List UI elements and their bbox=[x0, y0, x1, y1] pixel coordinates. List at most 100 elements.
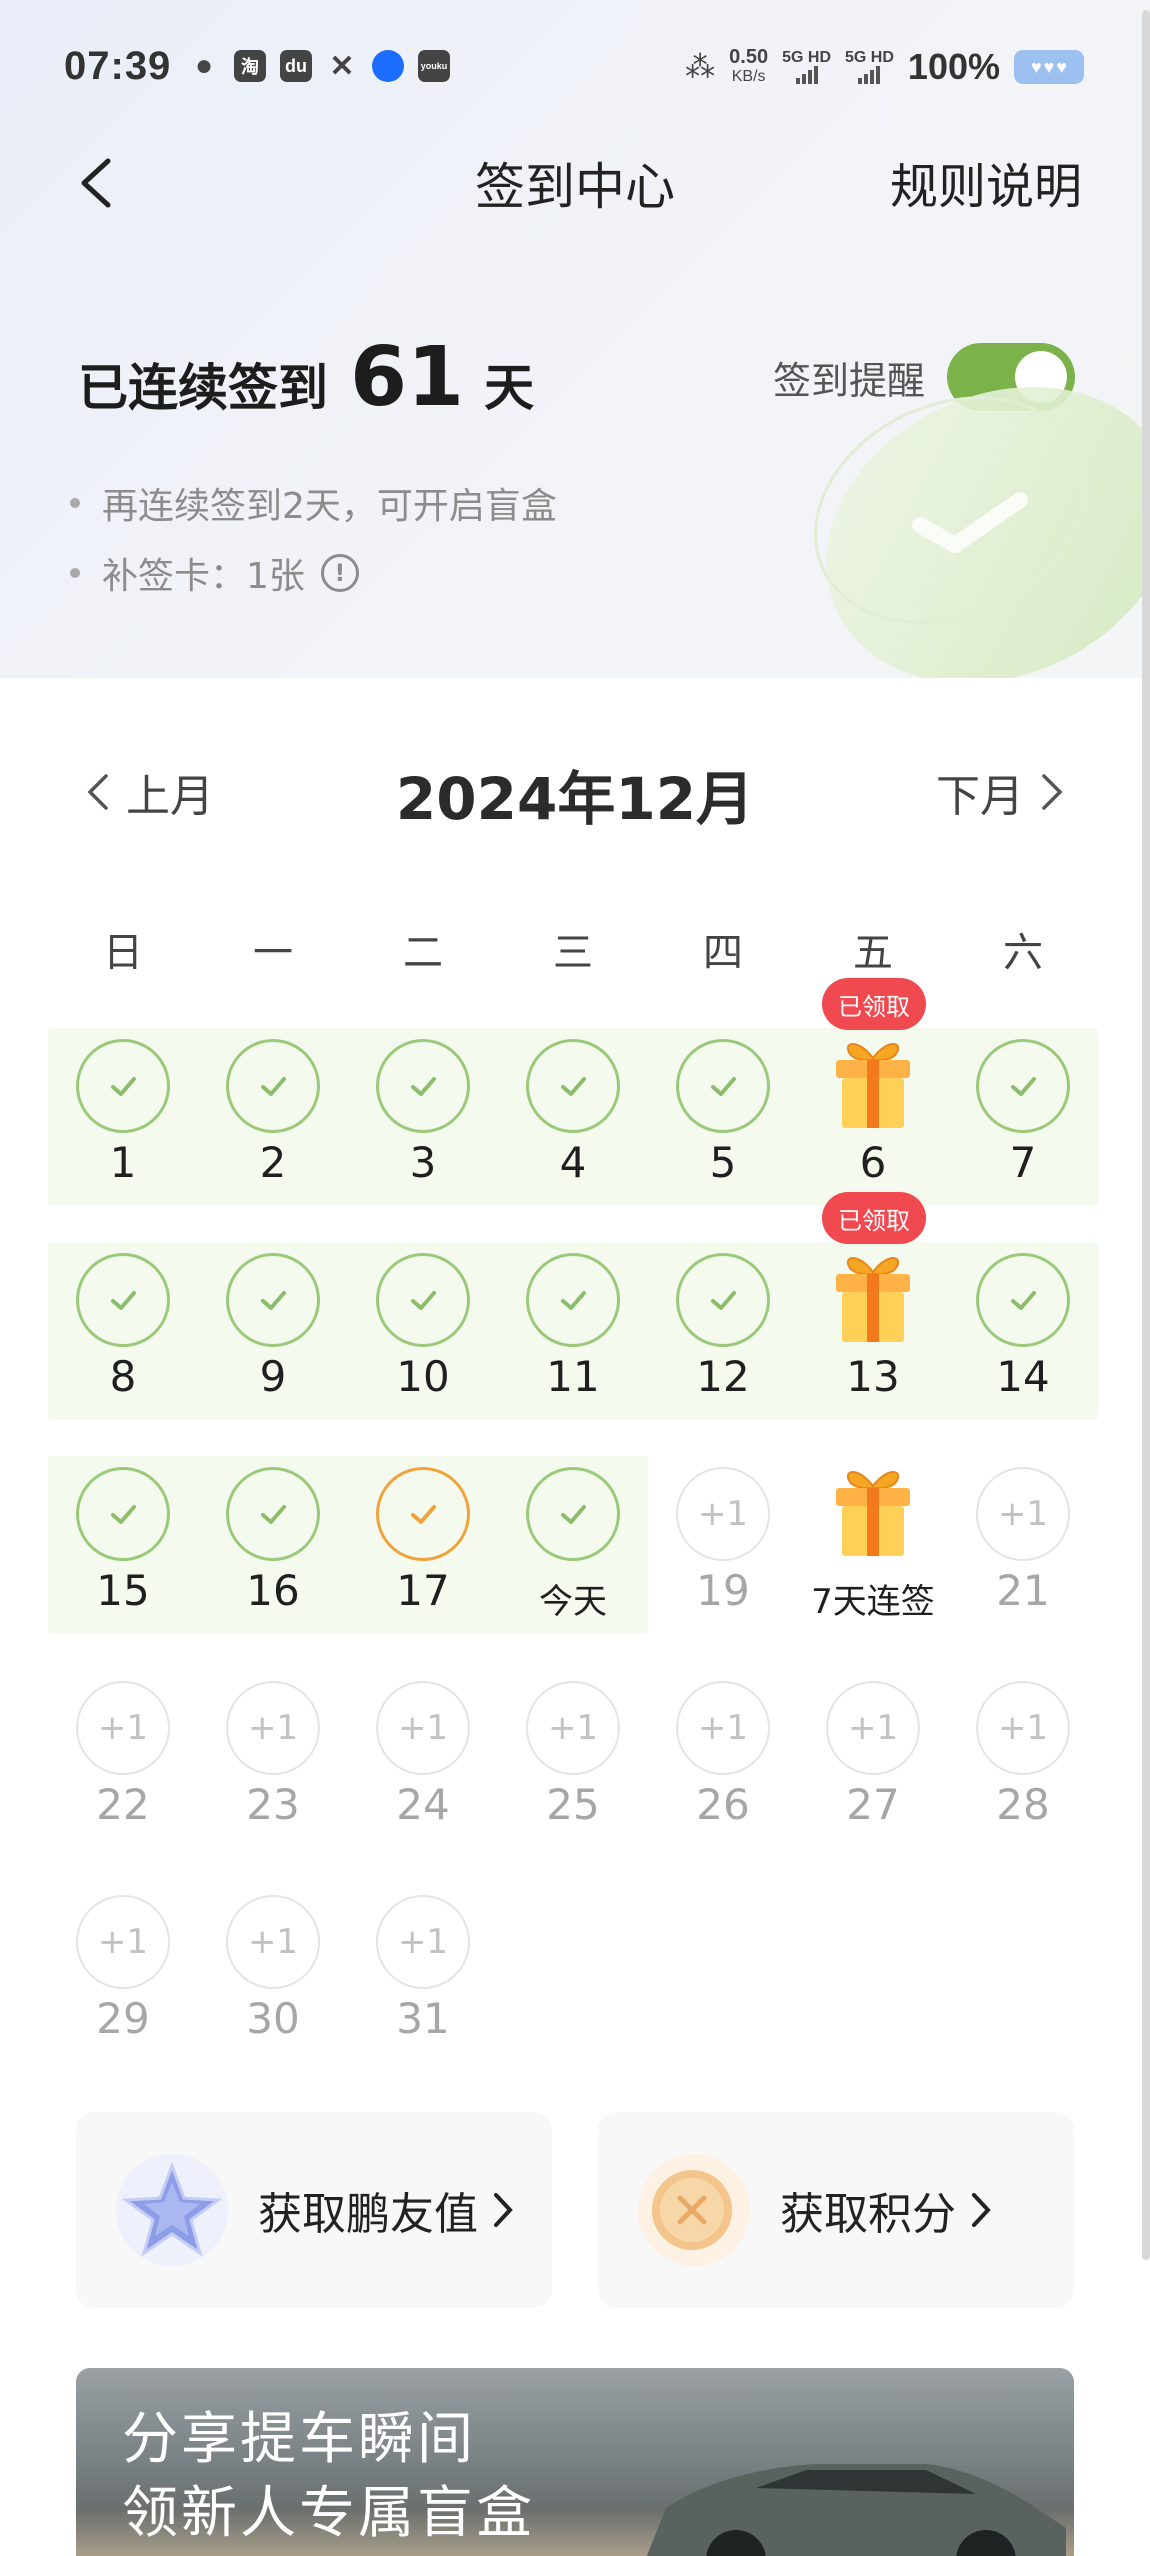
chevron-right-icon bbox=[972, 2193, 991, 2227]
youku-icon: youku bbox=[418, 50, 450, 82]
net-speed-value: 0.50 bbox=[729, 46, 769, 68]
plus-one-badge: +1 bbox=[376, 1681, 470, 1775]
prev-month-button[interactable]: 上月 bbox=[86, 760, 214, 824]
day-26[interactable]: +1 26 bbox=[648, 1672, 798, 1886]
day-1[interactable]: 1 bbox=[48, 1030, 198, 1244]
day-2[interactable]: 2 bbox=[198, 1030, 348, 1244]
info-icon[interactable]: ! bbox=[320, 554, 359, 592]
day-9[interactable]: 9 bbox=[198, 1244, 348, 1458]
day-4[interactable]: 4 bbox=[498, 1030, 648, 1244]
gift-label: 7天连签 bbox=[811, 1582, 935, 1622]
day-29[interactable]: +1 29 bbox=[48, 1886, 198, 2100]
blindbox-hint: 再连续签到2天，可开启盲盒 bbox=[70, 468, 557, 538]
next-month-button[interactable]: 下月 bbox=[936, 760, 1064, 824]
day-21[interactable]: +1 21 bbox=[948, 1458, 1098, 1672]
wechat-icon: ● bbox=[194, 49, 214, 82]
signal-bars-icon bbox=[795, 66, 818, 84]
get-points-button[interactable]: 获取积分 bbox=[598, 2112, 1074, 2308]
day-15[interactable]: 15 bbox=[48, 1458, 198, 1672]
notification-icons: ● 淘 du ✕ youku bbox=[188, 49, 450, 83]
rules-link[interactable]: 规则说明 bbox=[890, 147, 1082, 217]
day-23[interactable]: +1 23 bbox=[198, 1672, 348, 1886]
day-25[interactable]: +1 25 bbox=[498, 1672, 648, 1886]
day-28[interactable]: +1 28 bbox=[948, 1672, 1098, 1886]
day-20[interactable]: 7天连签 bbox=[798, 1458, 948, 1672]
day-27[interactable]: +1 27 bbox=[798, 1672, 948, 1886]
day-number: 9 bbox=[259, 1352, 287, 1401]
month-navigator: 上月 2024年12月 下月 bbox=[0, 750, 1150, 840]
day-11[interactable]: 11 bbox=[498, 1244, 648, 1458]
weekday-wed: 三 bbox=[553, 930, 593, 976]
day-12[interactable]: 12 bbox=[648, 1244, 798, 1458]
streak-summary: 已连续签到 61 天 bbox=[78, 330, 534, 425]
day-22[interactable]: +1 22 bbox=[48, 1672, 198, 1886]
alipay-icon bbox=[372, 50, 404, 82]
check-icon bbox=[676, 1039, 770, 1133]
weekday-thu: 四 bbox=[703, 930, 743, 976]
check-icon bbox=[676, 1253, 770, 1347]
day-17[interactable]: 17 bbox=[348, 1458, 498, 1672]
xianyu-icon: ✕ bbox=[329, 49, 355, 83]
weekday-tue: 二 bbox=[403, 930, 443, 976]
day-30[interactable]: +1 30 bbox=[198, 1886, 348, 2100]
net-speed-unit: KB/s bbox=[731, 68, 766, 85]
signal-sim2: 5G HD bbox=[845, 50, 894, 84]
day-13[interactable]: 已领取 13 bbox=[798, 1192, 948, 1458]
bullet-dot bbox=[70, 498, 80, 508]
day-number: 15 bbox=[96, 1566, 150, 1615]
check-icon bbox=[376, 1039, 470, 1133]
day-16[interactable]: 16 bbox=[198, 1458, 348, 1672]
battery-percent: 100% bbox=[907, 46, 1000, 87]
promo-banner[interactable]: 分享提车瞬间 领新人专属盲盒 bbox=[76, 2368, 1074, 2556]
calendar-week: 1 2 3 4 5 已领取 6 7 bbox=[48, 978, 1098, 1244]
day-number: 25 bbox=[546, 1780, 600, 1829]
pengyou-label: 获取鹏友值 bbox=[258, 2189, 478, 2240]
day-19[interactable]: +1 19 bbox=[648, 1458, 798, 1672]
day-14[interactable]: 14 bbox=[948, 1244, 1098, 1458]
day-number: 5 bbox=[709, 1138, 737, 1187]
signal-bars-icon bbox=[858, 66, 881, 84]
get-pengyou-value-button[interactable]: 获取鹏友值 bbox=[76, 2112, 552, 2308]
day-number: 12 bbox=[696, 1352, 750, 1401]
claimed-badge: 已领取 bbox=[822, 978, 926, 1030]
day-number: 28 bbox=[996, 1780, 1050, 1829]
status-time: 07:39 bbox=[64, 44, 172, 88]
day-8[interactable]: 8 bbox=[48, 1244, 198, 1458]
battery-icon: ♥ ♥ ♥ bbox=[1014, 50, 1084, 84]
day-number: 10 bbox=[396, 1352, 450, 1401]
net-speed: 0.50 KB/s bbox=[729, 47, 768, 87]
check-icon bbox=[226, 1253, 320, 1347]
plus-one-badge: +1 bbox=[676, 1681, 770, 1775]
day-number: 17 bbox=[396, 1566, 450, 1615]
calendar-week: +1 22 +1 23 +1 24 +1 25 +1 26 +1 27 +1 28 bbox=[48, 1672, 1098, 1886]
day-31[interactable]: +1 31 bbox=[348, 1886, 498, 2100]
back-arrow-icon[interactable] bbox=[70, 153, 130, 213]
day-10[interactable]: 10 bbox=[348, 1244, 498, 1458]
blindbox-hint-text: 再连续签到2天，可开启盲盒 bbox=[102, 486, 557, 527]
star-icon bbox=[116, 2154, 228, 2266]
claimed-badge: 已领取 bbox=[822, 1192, 926, 1244]
weekday-fri: 五 bbox=[853, 930, 893, 976]
day-number: 27 bbox=[846, 1780, 900, 1829]
quick-links: 获取鹏友值 获取积分 bbox=[76, 2112, 1074, 2308]
taobao-icon: 淘 bbox=[234, 50, 266, 82]
calendar-week: +1 29 +1 30 +1 31 bbox=[48, 1886, 1098, 2100]
signal-sim1: 5G HD bbox=[782, 50, 831, 84]
day-3[interactable]: 3 bbox=[348, 1030, 498, 1244]
sim2-label: 5G HD bbox=[845, 49, 894, 66]
sim1-label: 5G HD bbox=[782, 49, 832, 66]
streak-days: 61 bbox=[350, 330, 465, 425]
scrollbar[interactable] bbox=[1142, 10, 1150, 2260]
weekday-mon: 一 bbox=[253, 930, 293, 976]
plus-one-badge: +1 bbox=[76, 1895, 170, 1989]
day-7[interactable]: 7 bbox=[948, 1030, 1098, 1244]
day-today[interactable]: 今天 bbox=[498, 1458, 648, 1672]
check-icon bbox=[526, 1039, 620, 1133]
checkmark-coin-decoration bbox=[814, 387, 1150, 680]
day-5[interactable]: 5 bbox=[648, 1030, 798, 1244]
day-24[interactable]: +1 24 bbox=[348, 1672, 498, 1886]
day-number: 16 bbox=[246, 1566, 300, 1615]
calendar-grid: 1 2 3 4 5 已领取 6 7 8 9 10 11 12 已领取 13 14… bbox=[48, 978, 1098, 2100]
day-number: 1 bbox=[109, 1138, 137, 1187]
gift-icon bbox=[828, 1032, 918, 1132]
